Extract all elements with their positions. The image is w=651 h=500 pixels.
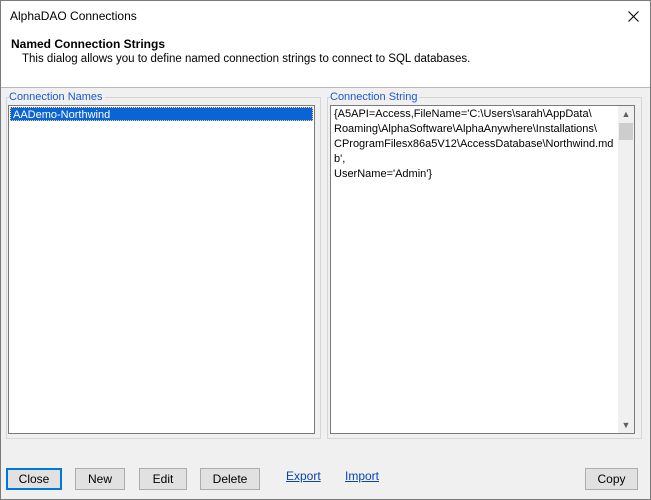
delete-button[interactable]: Delete	[200, 468, 260, 490]
edit-button[interactable]: Edit	[139, 468, 187, 490]
copy-button[interactable]: Copy	[585, 468, 638, 490]
scroll-thumb[interactable]	[619, 123, 633, 140]
chevron-down-icon: ▼	[621, 420, 631, 430]
title-bar: AlphaDAO Connections	[1, 1, 650, 31]
dialog-header: Named Connection Strings This dialog all…	[1, 31, 650, 88]
close-button[interactable]: Close	[6, 468, 62, 490]
connection-names-list[interactable]: AADemo-Northwind	[8, 105, 315, 434]
window-title: AlphaDAO Connections	[10, 9, 137, 23]
new-button[interactable]: New	[75, 468, 125, 490]
connection-string-textarea[interactable]: {A5API=Access,FileName='C:\Users\sarah\A…	[330, 105, 635, 434]
chevron-up-icon: ▲	[621, 109, 631, 119]
close-icon	[627, 10, 639, 22]
header-title: Named Connection Strings	[11, 37, 166, 51]
close-window-button[interactable]	[616, 1, 650, 31]
connection-names-label: Connection Names	[9, 91, 105, 103]
header-description: This dialog allows you to define named c…	[22, 53, 471, 65]
connection-string-scrollbar[interactable]: ▲ ▼	[618, 106, 634, 433]
scroll-down-button[interactable]: ▼	[618, 417, 634, 433]
connection-string-label: Connection String	[330, 91, 420, 103]
import-link[interactable]: Import	[345, 469, 379, 483]
scroll-up-button[interactable]: ▲	[618, 106, 634, 122]
export-link[interactable]: Export	[286, 469, 321, 483]
connection-string-text: {A5API=Access,FileName='C:\Users\sarah\A…	[334, 108, 614, 180]
list-item-aademo-northwind[interactable]: AADemo-Northwind	[10, 107, 313, 121]
dialog-window: AlphaDAO Connections Named Connection St…	[0, 0, 651, 500]
